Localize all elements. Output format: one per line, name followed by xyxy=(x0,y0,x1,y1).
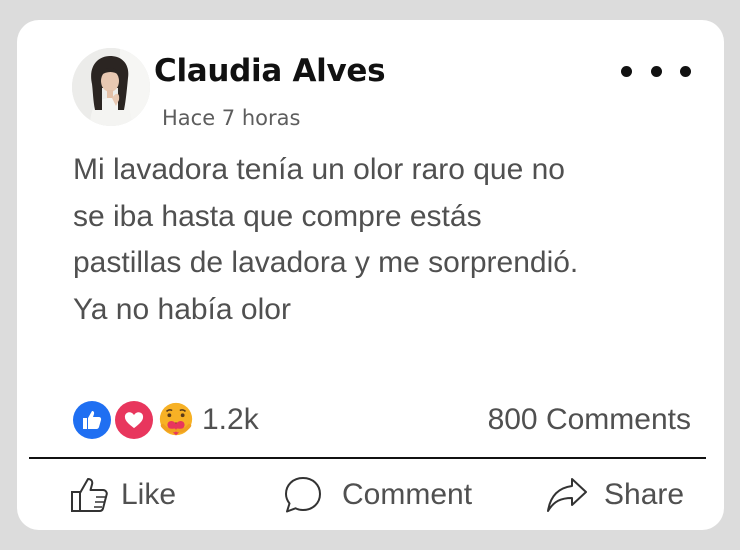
like-button-label: Like xyxy=(121,478,177,511)
comment-button[interactable]: Comment xyxy=(282,475,472,515)
author-name[interactable]: Claudia Alves xyxy=(154,53,386,89)
post-card: Claudia Alves Hace 7 horas Mi lavadora t… xyxy=(17,20,724,530)
share-button-label: Share xyxy=(604,478,685,511)
comments-count[interactable]: 800 Comments xyxy=(488,403,691,437)
post-text-line: Ya no había olor xyxy=(73,292,291,326)
reactions-summary[interactable]: 1.2k xyxy=(73,401,259,439)
more-horizontal-icon xyxy=(621,65,632,77)
comment-button-label: Comment xyxy=(342,478,473,511)
more-horizontal-icon-dot xyxy=(650,65,662,77)
post-text-line: Mi lavadora tenía un olor raro que no xyxy=(73,153,565,186)
divider xyxy=(29,457,706,459)
reaction-count: 1.2k xyxy=(202,403,259,436)
thumbs-up-icon xyxy=(73,401,111,439)
thumbs-up-outline-icon xyxy=(69,475,111,515)
care-emoji-icon xyxy=(157,401,195,439)
profile-photo xyxy=(72,48,150,126)
heart-icon xyxy=(115,401,153,439)
post-text-line: se iba hasta que compre estás xyxy=(73,199,482,233)
speech-bubble-icon xyxy=(282,475,324,515)
post-text: Mi lavadora tenía un olor raro que no se… xyxy=(73,147,673,333)
share-button[interactable]: Share xyxy=(546,475,684,515)
more-options-button[interactable] xyxy=(621,60,691,82)
like-button[interactable]: Like xyxy=(69,475,176,515)
post-timestamp[interactable]: Hace 7 horas xyxy=(162,106,300,130)
post-text-line: pastillas de lavadora y me sorprendió. xyxy=(73,246,579,279)
share-arrow-icon xyxy=(546,475,588,515)
avatar[interactable] xyxy=(72,48,150,126)
more-horizontal-icon-dot xyxy=(680,65,691,77)
